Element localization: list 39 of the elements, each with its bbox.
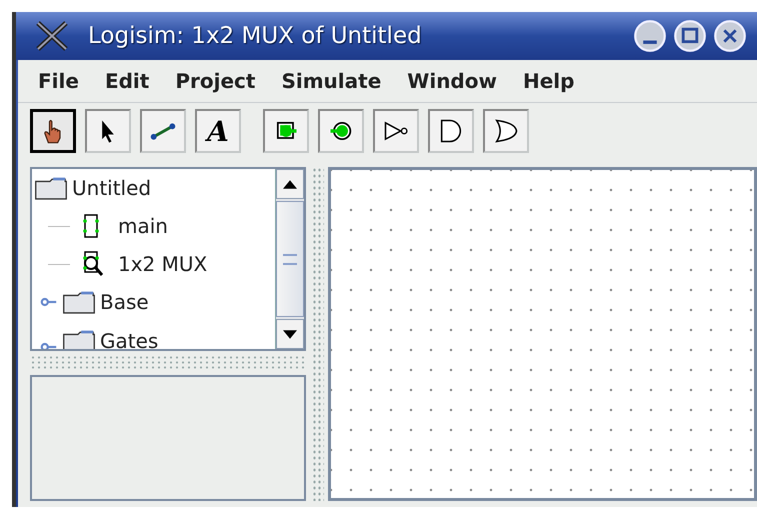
tree-item[interactable]: main — [118, 214, 168, 238]
folder-icon — [62, 290, 96, 314]
tool-button[interactable] — [85, 109, 131, 153]
folder-icon — [34, 176, 68, 200]
scrollbar[interactable] — [275, 169, 304, 349]
menu-item[interactable]: File — [38, 69, 79, 93]
menu-item[interactable]: Simulate — [281, 69, 382, 93]
menu-item[interactable]: Edit — [104, 69, 150, 93]
window-title: Logisim: 1x2 MUX of Untitled — [88, 23, 423, 49]
tool-button[interactable] — [373, 109, 419, 153]
tool-button[interactable] — [428, 109, 474, 153]
tree-item[interactable]: Base — [100, 290, 149, 314]
tool-button[interactable] — [140, 109, 186, 153]
menu-item[interactable]: Window — [407, 69, 497, 93]
scroll-down-button[interactable] — [276, 319, 304, 349]
magnifier-circuit-icon — [80, 250, 106, 278]
scroll-thumb[interactable] — [276, 201, 304, 317]
or-gate-icon — [492, 117, 520, 145]
circuit-canvas[interactable] — [328, 167, 757, 501]
tool-button[interactable] — [263, 109, 309, 153]
tree-item[interactable]: 1x2 MUX — [118, 252, 208, 276]
tool-button[interactable] — [318, 109, 364, 153]
splitter-handle[interactable] — [312, 167, 324, 501]
menu-item[interactable]: Project — [175, 69, 256, 93]
menu-item[interactable]: Help — [522, 69, 574, 93]
minimize-button[interactable] — [633, 19, 667, 53]
tree-item[interactable]: Gates — [100, 329, 158, 349]
maximize-button[interactable] — [673, 19, 707, 53]
tool-button[interactable] — [483, 109, 529, 153]
tree-item[interactable]: Untitled — [72, 176, 152, 200]
down-triangle-icon — [283, 330, 297, 338]
folder-icon — [62, 329, 96, 349]
text-tool-button[interactable]: A — [195, 109, 241, 153]
up-triangle-icon — [283, 180, 297, 188]
x-logo-icon — [34, 21, 70, 51]
tool-button[interactable] — [30, 109, 76, 153]
circuit-icon — [80, 213, 102, 239]
close-button[interactable] — [713, 19, 747, 53]
scroll-up-button[interactable] — [276, 169, 304, 199]
